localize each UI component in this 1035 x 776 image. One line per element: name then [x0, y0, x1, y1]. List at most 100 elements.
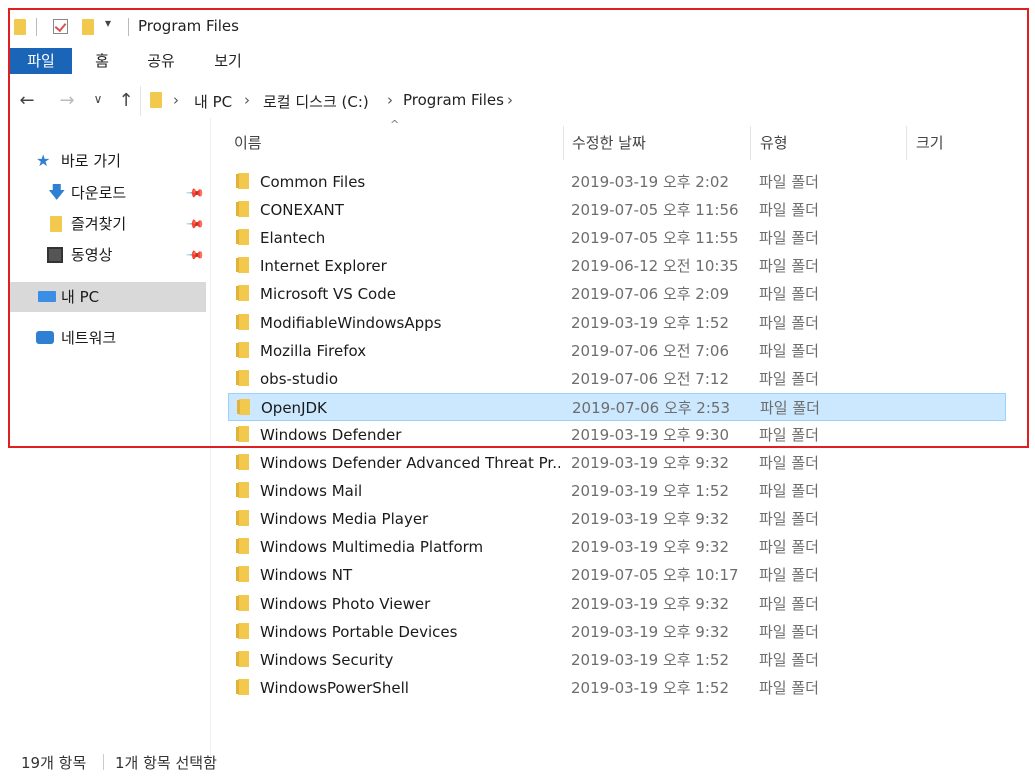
file-row[interactable]: Elantech 2019-07-05 오후 11:55 파일 폴더: [228, 224, 1006, 252]
pin-icon[interactable]: 📌: [180, 177, 212, 209]
file-modified: 2019-03-19 오후 2:02: [571, 173, 729, 191]
window-title: Program Files: [138, 17, 239, 35]
file-name: Mozilla Firefox: [260, 341, 367, 360]
file-name: ModifiableWindowsApps: [260, 313, 442, 332]
folder-icon: [236, 257, 249, 274]
column-divider[interactable]: [750, 126, 751, 160]
pin-icon[interactable]: 📌: [180, 208, 212, 240]
folder-icon: [236, 229, 249, 246]
file-type: 파일 폴더: [759, 341, 819, 360]
breadcrumb-program-files[interactable]: Program Files: [403, 91, 504, 109]
column-header-modified[interactable]: 수정한 날짜: [572, 126, 742, 160]
file-type: 파일 폴더: [759, 678, 819, 697]
navigation-pane: ★ 바로 가기 🡇 다운로드 📌 즐겨찾기 📌 동영상 📌 내 PC 네트워크: [10, 118, 211, 768]
file-row[interactable]: Mozilla Firefox 2019-07-06 오전 7:06 파일 폴더: [228, 337, 1006, 365]
breadcrumb-local-disk[interactable]: 로컬 디스크 (C:): [263, 91, 369, 112]
file-name: CONEXANT: [260, 201, 344, 220]
sidebar-item-videos[interactable]: 동영상 📌: [10, 240, 206, 270]
file-modified: 2019-07-06 오전 7:06: [571, 341, 729, 360]
file-modified: 2019-03-19 오후 9:32: [571, 538, 729, 557]
star-icon: ★: [36, 151, 51, 170]
file-type: 파일 폴더: [759, 566, 819, 585]
column-header-type[interactable]: 유형: [760, 126, 900, 160]
file-name: Microsoft VS Code: [260, 285, 396, 304]
sidebar-item-network[interactable]: 네트워크: [10, 323, 206, 353]
file-row[interactable]: Windows Multimedia Platform 2019-03-19 오후…: [228, 533, 1006, 561]
column-divider[interactable]: [906, 126, 907, 160]
folder-icon: [236, 285, 249, 302]
sidebar-item-this-pc[interactable]: 내 PC: [10, 282, 206, 312]
tab-file[interactable]: 파일: [10, 48, 72, 74]
file-name: obs-studio: [260, 369, 338, 388]
column-header-name[interactable]: 이름: [234, 126, 560, 160]
folder-icon: [236, 173, 249, 189]
tab-home[interactable]: 홈: [82, 48, 122, 74]
folder-icon: [236, 482, 249, 499]
file-row[interactable]: obs-studio 2019-07-06 오전 7:12 파일 폴더: [228, 365, 1006, 393]
new-folder-icon[interactable]: [82, 19, 94, 35]
sidebar-item-label: 네트워크: [61, 329, 117, 347]
sidebar-item-label: 내 PC: [61, 288, 100, 306]
sidebar-item-favorites[interactable]: 즐겨찾기 📌: [10, 209, 206, 239]
folder-icon: [236, 341, 249, 358]
file-row[interactable]: WindowsPowerShell 2019-03-19 오후 1:52 파일 폴더: [228, 674, 1006, 702]
file-type: 파일 폴더: [759, 229, 819, 248]
file-modified: 2019-06-12 오전 10:35: [571, 257, 739, 276]
file-row[interactable]: Windows Defender 2019-03-19 오후 9:30 파일 폴더: [228, 421, 1006, 449]
file-name: Elantech: [260, 229, 326, 248]
column-divider[interactable]: [563, 126, 564, 160]
file-name: WindowsPowerShell: [260, 678, 409, 697]
file-row[interactable]: Windows Mail 2019-03-19 오후 1:52 파일 폴더: [228, 477, 1006, 505]
file-name: Windows Multimedia Platform: [260, 538, 484, 557]
sidebar-item-quick-access[interactable]: ★ 바로 가기: [10, 146, 206, 176]
file-modified: 2019-07-06 오후 2:53: [572, 398, 730, 417]
customize-quick-access-icon[interactable]: ▾: [105, 16, 111, 30]
file-modified: 2019-03-19 오후 1:52: [571, 678, 729, 697]
file-row[interactable]: Windows Photo Viewer 2019-03-19 오후 9:32 파일…: [228, 590, 1006, 618]
recent-locations-chevron-icon[interactable]: ∨: [90, 92, 106, 106]
column-header-size[interactable]: 크기: [916, 126, 1006, 160]
file-row[interactable]: CONEXANT 2019-07-05 오후 11:56 파일 폴더: [228, 196, 1006, 224]
file-modified: 2019-03-19 오후 9:32: [571, 594, 729, 613]
file-type: 파일 폴더: [760, 398, 820, 417]
folder-icon: [236, 510, 249, 527]
chevron-right-icon[interactable]: ›: [507, 91, 513, 109]
sidebar-item-label: 다운로드: [71, 184, 127, 202]
forward-arrow-icon[interactable]: →: [56, 90, 78, 111]
file-type: 파일 폴더: [759, 482, 819, 501]
sidebar-item-downloads[interactable]: 🡇 다운로드 📌: [10, 178, 206, 208]
file-modified: 2019-03-19 오후 1:52: [571, 650, 729, 669]
file-type: 파일 폴더: [759, 425, 819, 444]
back-arrow-icon[interactable]: ←: [16, 90, 38, 111]
file-name: Windows NT: [260, 566, 353, 585]
file-row[interactable]: Windows Media Player 2019-03-19 오후 9:32 파일…: [228, 505, 1006, 533]
file-type: 파일 폴더: [759, 285, 819, 304]
computer-icon: [38, 291, 56, 302]
file-row[interactable]: Internet Explorer 2019-06-12 오전 10:35 파일 폴…: [228, 252, 1006, 280]
file-row[interactable]: ModifiableWindowsApps 2019-03-19 오후 1:52 파…: [228, 309, 1006, 337]
file-row[interactable]: Windows Portable Devices 2019-03-19 오후 9:…: [228, 618, 1006, 646]
file-row[interactable]: Common Files 2019-03-19 오후 2:02 파일 폴더: [228, 168, 1006, 196]
folder-icon: [236, 678, 249, 695]
folder-icon: [236, 201, 249, 218]
file-modified: 2019-07-05 오후 11:56: [571, 201, 739, 220]
file-row[interactable]: Microsoft VS Code 2019-07-06 오후 2:09 파일 폴더: [228, 280, 1006, 308]
file-row[interactable]: Windows Defender Advanced Threat Pr... 20…: [228, 449, 1006, 477]
file-type: 파일 폴더: [759, 201, 819, 220]
properties-check-icon[interactable]: [53, 19, 68, 34]
breadcrumb-this-pc[interactable]: 내 PC: [194, 91, 232, 112]
pin-icon[interactable]: 📌: [180, 239, 212, 271]
file-row[interactable]: OpenJDK 2019-07-06 오후 2:53 파일 폴더: [228, 392, 1006, 421]
up-arrow-icon[interactable]: ↑: [115, 90, 137, 111]
file-type: 파일 폴더: [759, 369, 819, 388]
file-row[interactable]: Windows NT 2019-07-05 오후 10:17 파일 폴더: [228, 561, 1006, 589]
file-type: 파일 폴더: [759, 538, 819, 557]
folder-icon: [236, 650, 249, 667]
file-modified: 2019-07-06 오전 7:12: [571, 369, 729, 388]
file-name: Windows Media Player: [260, 510, 429, 529]
file-row[interactable]: Windows Security 2019-03-19 오후 1:52 파일 폴더: [228, 646, 1006, 674]
tab-view[interactable]: 보기: [205, 48, 251, 74]
file-modified: 2019-07-06 오후 2:09: [571, 285, 729, 304]
tab-share[interactable]: 공유: [138, 48, 184, 74]
address-bar[interactable]: › 내 PC › 로컬 디스크 (C:) › Program Files ›: [140, 86, 1011, 116]
